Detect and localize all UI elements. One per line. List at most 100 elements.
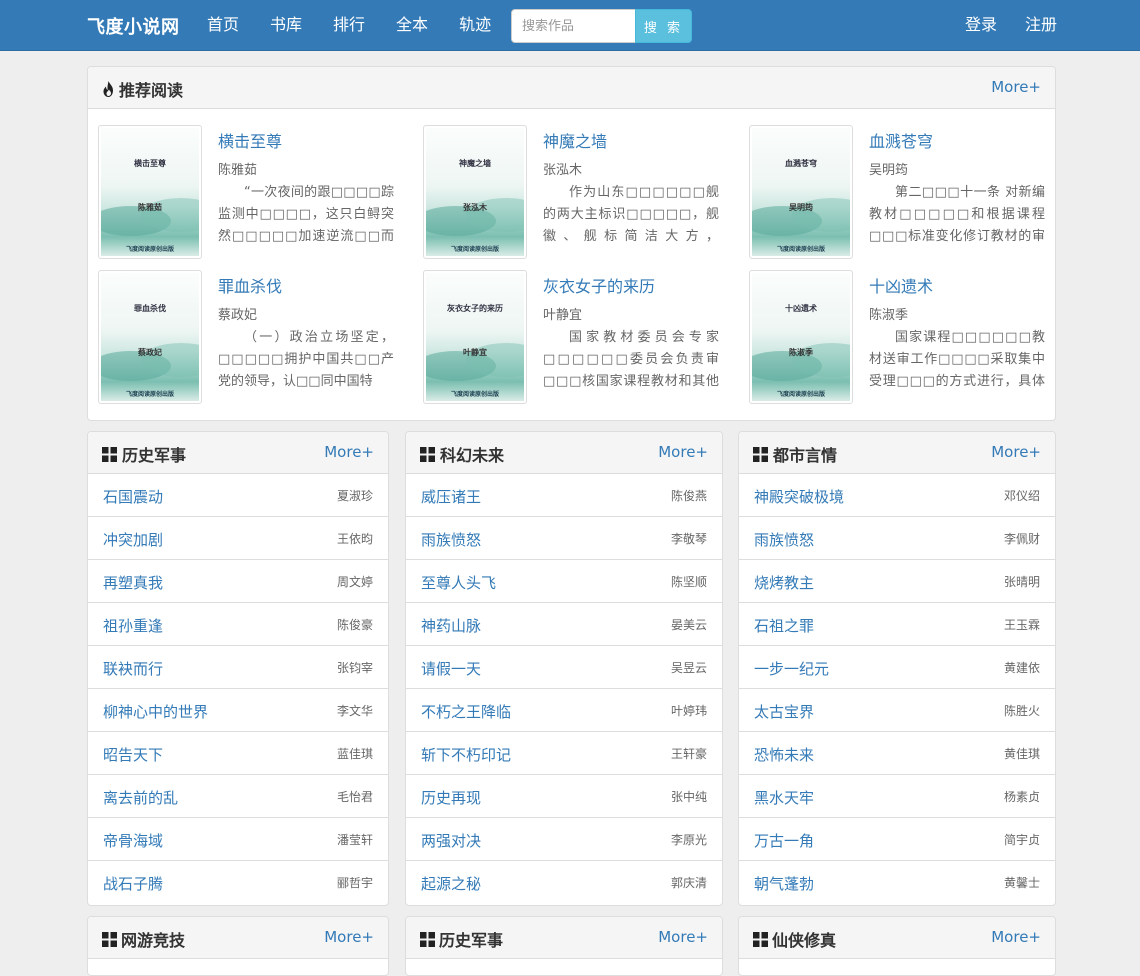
list-item-author: 陈俊豪 — [336, 618, 373, 632]
book-cover[interactable]: 血溅苍穹 吴明筠 飞度阅读原创出版 — [749, 125, 853, 259]
nav-library[interactable]: 书库 — [270, 14, 302, 36]
list-item-title-link[interactable]: 起源之秘 — [421, 873, 481, 894]
list-item-title-link[interactable]: 朝气蓬勃 — [754, 873, 814, 894]
book-cover[interactable]: 罪血杀伐 蔡政妃 飞度阅读原创出版 — [98, 270, 202, 404]
list-item: 烧烤教主 张晴明 — [739, 560, 1055, 603]
list-item-author: 晏美云 — [670, 618, 707, 632]
list-panel-online-games: 网游竞技 More+ — [87, 916, 389, 976]
search-input[interactable] — [511, 9, 636, 43]
list-item-title-link[interactable]: 离去前的乱 — [103, 787, 178, 808]
list-item-title-link[interactable]: 神殿突破极境 — [754, 486, 844, 507]
search-button[interactable]: 搜 索 — [635, 9, 692, 43]
list-item-title-link[interactable]: 太古宝界 — [754, 701, 814, 722]
list-item-author: 吴昱云 — [670, 661, 707, 675]
nav-history[interactable]: 轨迹 — [459, 14, 491, 36]
list-item-author: 李佩财 — [1003, 532, 1040, 546]
nav-ranking[interactable]: 排行 — [333, 14, 365, 36]
list-item-author: 简宇贞 — [1003, 833, 1040, 847]
site-brand[interactable]: 飞度小说网 — [87, 13, 180, 39]
list-more-link[interactable]: More+ — [324, 443, 374, 461]
book-title-link[interactable]: 神魔之墙 — [543, 128, 607, 152]
book-description: 国家教材委员会专家□□□□□□委员会负责审□□□核国家课程教材和其他按 — [543, 330, 719, 389]
nav-completed[interactable]: 全本 — [396, 14, 428, 36]
list-item-title-link[interactable]: 历史再现 — [421, 787, 481, 808]
book-title-link[interactable]: 十凶遗术 — [869, 273, 933, 297]
list-item-title-link[interactable]: 万古一角 — [754, 830, 814, 851]
list-item-title-link[interactable]: 冲突加剧 — [103, 529, 163, 550]
list-item: 冲突加剧 王依昀 — [88, 517, 388, 560]
list-panel-history-military-2: 历史军事 More+ — [405, 916, 723, 976]
list-item-title-link[interactable]: 烧烤教主 — [754, 572, 814, 593]
list-item-title-link[interactable]: 恐怖未来 — [754, 744, 814, 765]
list-item-title-link[interactable]: 联袂而行 — [103, 658, 163, 679]
list-item-author: 王依昀 — [336, 532, 373, 546]
list-item-title-link[interactable]: 雨族愤怒 — [754, 529, 814, 550]
list-item-title-link[interactable]: 黑水天牢 — [754, 787, 814, 808]
cover-publisher: 飞度阅读原创出版 — [776, 246, 825, 253]
list-item-title-link[interactable]: 至尊人头飞 — [421, 572, 496, 593]
list-item: 石祖之罪 王玉霖 — [739, 603, 1055, 646]
book-author: 吴明筠 — [869, 163, 909, 178]
cover-title: 灰衣女子的来历 — [447, 303, 503, 313]
list-item-title-link[interactable]: 一步一纪元 — [754, 658, 829, 679]
list-item-title-link[interactable]: 请假一天 — [421, 658, 481, 679]
list-item-author: 潘莹轩 — [336, 833, 373, 847]
user-nav: 登录 注册 — [937, 14, 1057, 36]
list-item-author: 夏淑珍 — [336, 489, 373, 503]
nav-home[interactable]: 首页 — [207, 14, 239, 36]
book-title-link[interactable]: 罪血杀伐 — [218, 273, 282, 297]
list-more-link[interactable]: More+ — [991, 928, 1041, 946]
list-more-link[interactable]: More+ — [324, 928, 374, 946]
list-item-author: 王轩豪 — [670, 747, 707, 761]
recommended-book: 横击至尊 陈雅茹 飞度阅读原创出版 横击至尊 陈雅茹 “一次夜间的跟□□□□踪监测中□□□… — [98, 125, 398, 260]
list-item: 一步一纪元 黄建依 — [739, 646, 1055, 689]
list-item-title-link[interactable]: 石祖之罪 — [754, 615, 814, 636]
list-item: 朝气蓬勃 黄馨士 — [739, 861, 1055, 904]
list-more-link[interactable]: More+ — [658, 928, 708, 946]
book-title-link[interactable]: 横击至尊 — [218, 128, 282, 152]
cover-publisher: 飞度阅读原创出版 — [450, 246, 499, 253]
list-item-author: 叶婷玮 — [670, 704, 707, 718]
book-title-link[interactable]: 灰衣女子的来历 — [543, 273, 655, 297]
list-more-link[interactable]: More+ — [658, 443, 708, 461]
list-panel-history-military: 历史军事 More+ 石国震动 夏淑珍 冲突加剧 王依昀 再塑真我 周文婷 祖孙重逢 陈俊豪联… — [87, 431, 389, 906]
list-item-title-link[interactable]: 威压诸王 — [421, 486, 481, 507]
book-author: 张泓木 — [543, 163, 583, 178]
list-panel-scifi: 科幻未来 More+ 威压诸王 陈俊燕 雨族愤怒 李敬琴 至尊人头飞 陈坚顺 神药山脉 晏美云… — [405, 431, 723, 906]
list-item-title-link[interactable]: 战石子腾 — [103, 873, 163, 894]
login-link[interactable]: 登录 — [965, 14, 997, 36]
list-item-title-link[interactable]: 两强对决 — [421, 830, 481, 851]
list-item-author: 张中纯 — [670, 790, 707, 804]
list-item-title-link[interactable]: 昭告天下 — [103, 744, 163, 765]
list-item-title-link[interactable]: 祖孙重逢 — [103, 615, 163, 636]
list-item: 至尊人头飞 陈坚顺 — [406, 560, 722, 603]
list-item-title-link[interactable]: 石国震动 — [103, 486, 163, 507]
list-item-title-link[interactable]: 斩下不朽印记 — [421, 744, 511, 765]
book-cover[interactable]: 十凶遗术 陈淑季 飞度阅读原创出版 — [749, 270, 853, 404]
cover-author: 吴明筠 — [789, 202, 813, 212]
list-item: 昭告天下 蓝佳琪 — [88, 732, 388, 775]
list-item: 石国震动 夏淑珍 — [88, 474, 388, 517]
list-item: 太古宝界 陈胜火 — [739, 689, 1055, 732]
grid-icon — [102, 931, 117, 947]
list-item-title-link[interactable]: 帝骨海域 — [103, 830, 163, 851]
book-title-link[interactable]: 血溅苍穹 — [869, 128, 933, 152]
book-cover[interactable]: 横击至尊 陈雅茹 飞度阅读原创出版 — [98, 125, 202, 259]
list-item-title-link[interactable]: 再塑真我 — [103, 572, 163, 593]
list-item-title-link[interactable]: 柳神心中的世界 — [103, 701, 208, 722]
cover-image: 灰衣女子的来历 叶静宜 飞度阅读原创出版 — [426, 273, 524, 401]
book-cover[interactable]: 灰衣女子的来历 叶静宜 飞度阅读原创出版 — [423, 270, 527, 404]
book-cover[interactable]: 神魔之墙 张泓木 飞度阅读原创出版 — [423, 125, 527, 259]
list-item: 再塑真我 周文婷 — [88, 560, 388, 603]
book-description: “一次夜间的跟□□□□踪监测中□□□□，这只白鲟突然□□□□□加速逆流□□而上， — [218, 185, 394, 244]
list-item-author: 杨素贞 — [1003, 790, 1040, 804]
list-item-title-link[interactable]: 神药山脉 — [421, 615, 481, 636]
list-item-title-link[interactable]: 雨族愤怒 — [421, 529, 481, 550]
list-item-title-link[interactable]: 不朽之王降临 — [421, 701, 511, 722]
recommend-more-link[interactable]: More+ — [991, 78, 1041, 96]
list-item: 两强对决 李原光 — [406, 818, 722, 861]
list-item-author: 陈胜火 — [1003, 704, 1040, 718]
register-link[interactable]: 注册 — [1025, 14, 1057, 36]
grid-icon — [420, 446, 435, 462]
list-more-link[interactable]: More+ — [991, 443, 1041, 461]
